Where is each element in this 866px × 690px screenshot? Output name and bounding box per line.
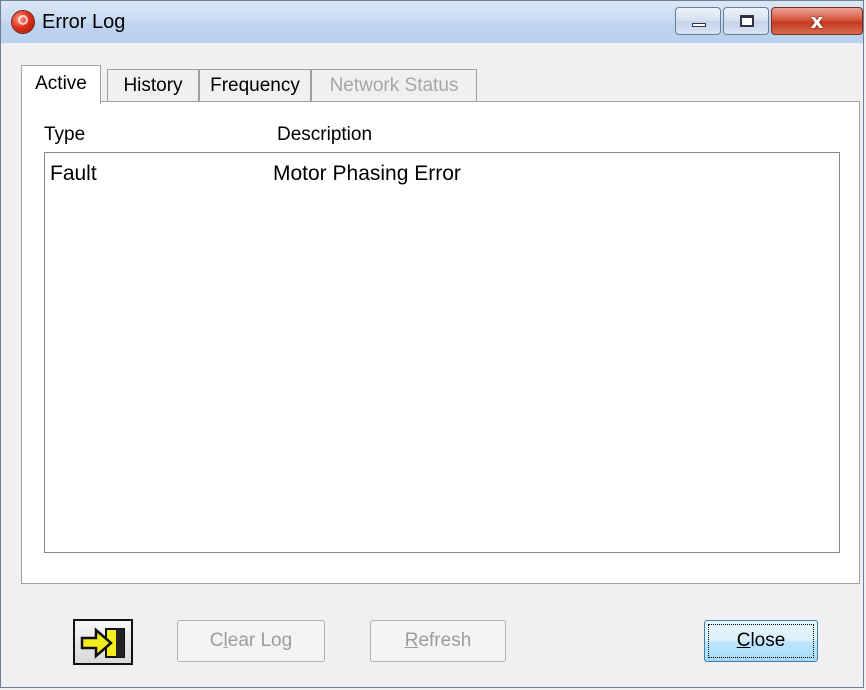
window-title: Error Log — [42, 11, 126, 33]
error-log-app-icon — [12, 11, 34, 33]
window-close-button[interactable]: x — [771, 7, 863, 35]
export-button[interactable] — [73, 619, 133, 665]
close-icon: x — [810, 9, 824, 33]
title-bar[interactable]: Error Log x — [1, 1, 863, 43]
error-log-window: Error Log x Active History Frequency Net… — [0, 0, 864, 688]
refresh-button: Refresh — [370, 620, 506, 662]
column-header-type[interactable]: Type — [44, 124, 85, 146]
active-tab-panel: Type Description Fault Motor Phasing Err… — [21, 101, 860, 584]
clear-log-button: Clear Log — [177, 620, 325, 662]
tab-frequency[interactable]: Frequency — [199, 69, 311, 103]
minimize-icon — [692, 23, 706, 27]
error-list[interactable]: Fault Motor Phasing Error — [44, 152, 840, 553]
error-type-cell: Fault — [50, 162, 97, 185]
maximize-icon — [740, 15, 754, 27]
refresh-label-mnemonic: R — [404, 630, 419, 651]
export-arrow-icon — [80, 627, 125, 659]
tab-active[interactable]: Active — [21, 65, 101, 104]
tab-history[interactable]: History — [107, 69, 199, 103]
close-label-mnemonic: C — [736, 630, 751, 651]
refresh-label-suffix: efresh — [418, 630, 472, 651]
error-description-cell: Motor Phasing Error — [273, 162, 461, 185]
column-header-description[interactable]: Description — [277, 124, 372, 146]
list-item[interactable]: Fault Motor Phasing Error — [45, 162, 839, 190]
minimize-button[interactable] — [675, 7, 721, 35]
maximize-button[interactable] — [723, 7, 769, 35]
tab-network-status: Network Status — [311, 69, 477, 103]
clear-log-label-prefix: C — [209, 630, 224, 651]
clear-log-label-suffix: ear Log — [227, 630, 293, 651]
close-button[interactable]: Close — [704, 620, 818, 662]
close-label-suffix: lose — [750, 630, 786, 651]
